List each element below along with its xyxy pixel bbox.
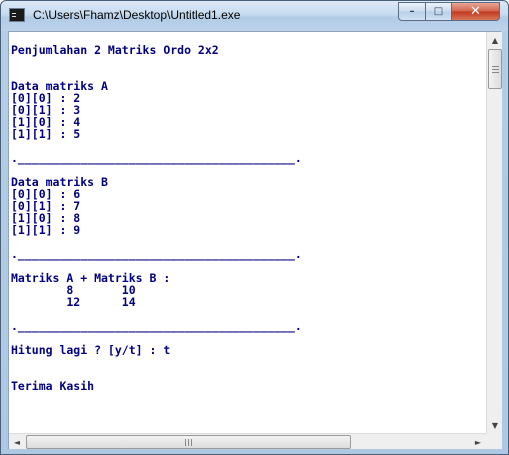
console-line: Hitung lagi ? [y/t] : t [11, 343, 171, 357]
grip-line [191, 439, 192, 446]
maximize-button[interactable]: □ [425, 2, 452, 21]
scroll-left-button[interactable]: ◄ [9, 434, 25, 450]
minimize-icon: – [409, 6, 415, 17]
console-window: C:\Users\Fhamz\Desktop\Untitled1.exe – □… [0, 0, 509, 455]
close-icon: ✕ [470, 4, 481, 19]
console-line: [1][1] : 9 [11, 223, 81, 237]
close-button[interactable]: ✕ [451, 2, 500, 21]
grip-line [492, 72, 499, 73]
arrow-left-icon: ◄ [13, 437, 21, 447]
minimize-button[interactable]: – [398, 2, 426, 21]
grip-line [185, 439, 186, 446]
console-line: ._______________________________________… [11, 247, 302, 261]
console-client-area: Penjumlahan 2 Matriks Ordo 2x2 Data matri… [8, 31, 502, 449]
console-line: Data matriks A [11, 79, 108, 93]
arrow-right-icon: ► [474, 437, 482, 447]
scroll-down-button[interactable]: ▼ [487, 417, 503, 433]
scroll-up-button[interactable]: ▲ [487, 32, 503, 48]
grip-line [188, 439, 189, 446]
console-line: [0][0] : 6 [11, 187, 81, 201]
console-line: Terima Kasih [11, 379, 95, 393]
console-line: [0][1] : 3 [11, 103, 81, 117]
console-line: ._______________________________________… [11, 151, 302, 165]
vertical-scroll-thumb[interactable] [488, 49, 502, 89]
console-line: [0][0] : 2 [11, 91, 81, 105]
console-line: Data matriks B [11, 175, 108, 189]
console-line: [1][0] : 4 [11, 115, 81, 129]
console-line: [1][1] : 5 [11, 127, 81, 141]
console-line: [1][0] : 8 [11, 211, 81, 225]
grip-line [492, 66, 499, 67]
console-app-icon[interactable] [9, 8, 25, 22]
console-output[interactable]: Penjumlahan 2 Matriks Ordo 2x2 Data matri… [9, 32, 486, 433]
vertical-scrollbar[interactable]: ▲ ▼ [486, 32, 502, 433]
scrollbar-corner [486, 433, 502, 449]
horizontal-scrollbar[interactable]: ◄ ► [9, 433, 486, 449]
scroll-right-button[interactable]: ► [470, 434, 486, 450]
console-line: 12 14 [11, 295, 136, 309]
arrow-up-icon: ▲ [491, 35, 499, 45]
maximize-icon: □ [433, 6, 444, 17]
arrow-down-icon: ▼ [491, 420, 499, 430]
window-title: C:\Users\Fhamz\Desktop\Untitled1.exe [33, 8, 241, 22]
horizontal-scroll-thumb[interactable] [26, 435, 351, 449]
console-line: ._______________________________________… [11, 319, 302, 333]
console-line: [0][1] : 7 [11, 199, 81, 213]
console-line: Penjumlahan 2 Matriks Ordo 2x2 [11, 43, 219, 57]
title-bar[interactable]: C:\Users\Fhamz\Desktop\Untitled1.exe – □… [1, 1, 508, 31]
grip-line [492, 69, 499, 70]
